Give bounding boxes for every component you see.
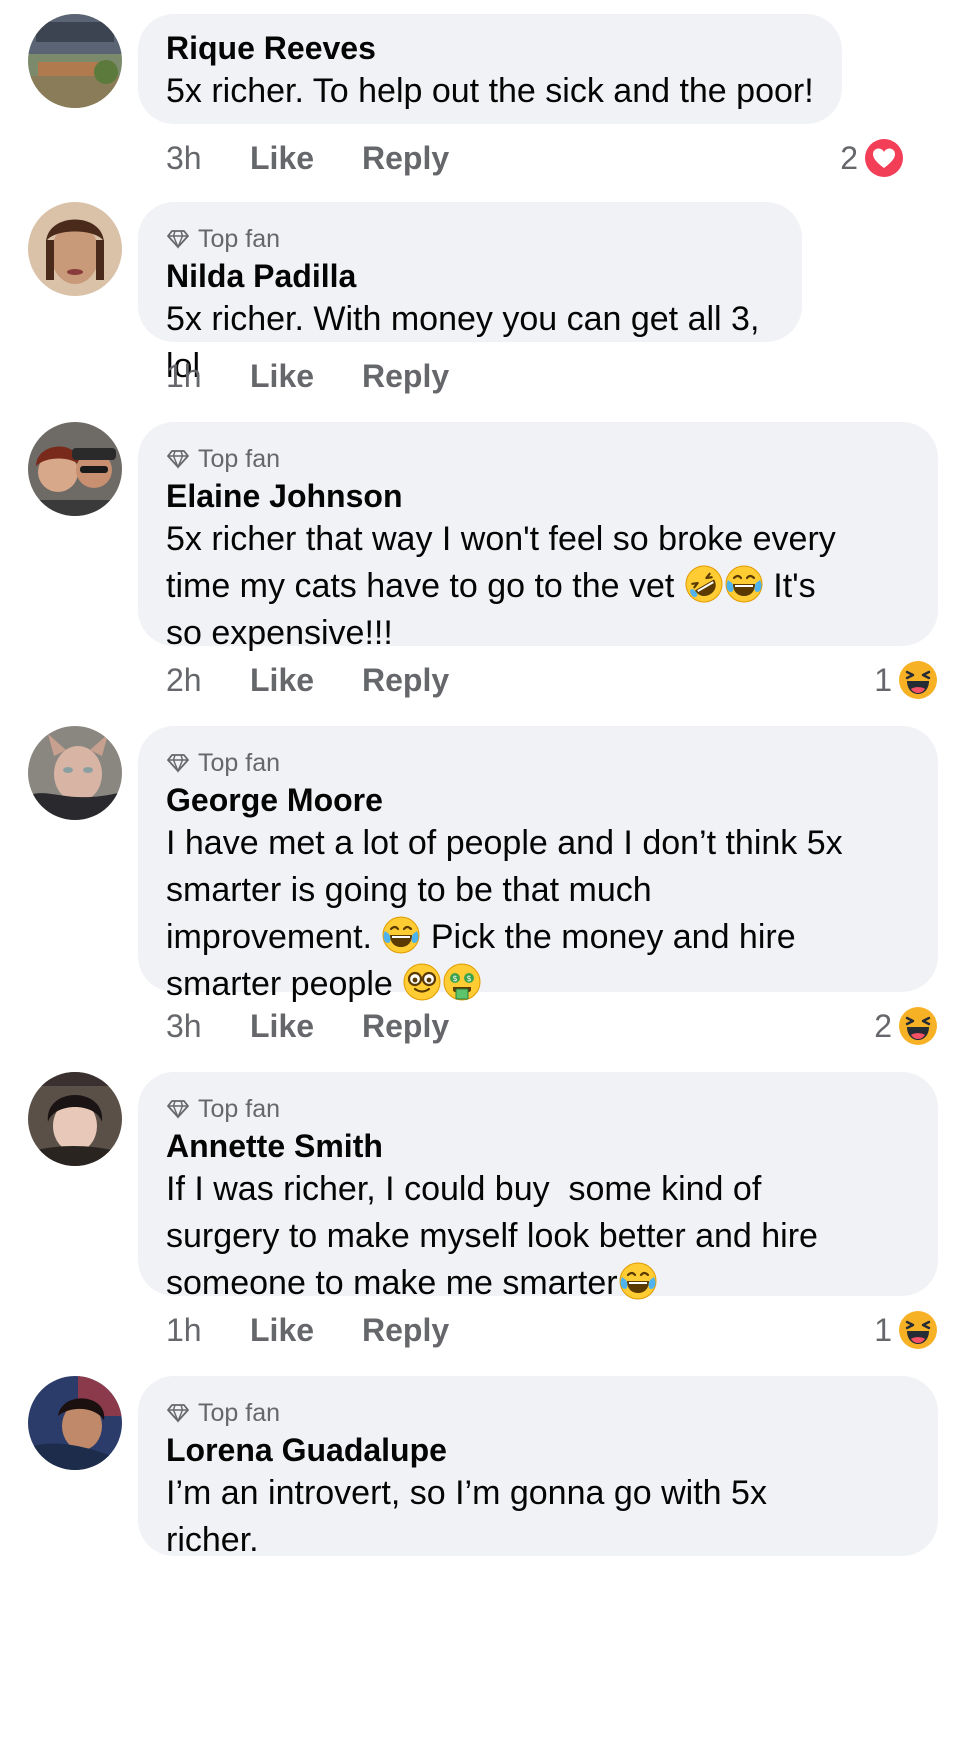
avatar[interactable]: [28, 202, 122, 296]
top-fan-badge: Top fan: [166, 746, 910, 780]
comment-text-line: time my cats have to go to the vet It's: [166, 563, 910, 610]
comment-text-line: smarter is going to be that much: [166, 871, 652, 909]
reply-button[interactable]: Reply: [362, 140, 449, 177]
diamond-icon: [166, 1099, 190, 1119]
top-fan-label: Top fan: [198, 224, 281, 253]
nerd-emoji-icon: [402, 962, 442, 1002]
reply-button[interactable]: Reply: [362, 662, 449, 699]
reaction-summary[interactable]: 1: [874, 658, 938, 702]
top-fan-badge: Top fan: [166, 222, 774, 256]
avatar[interactable]: [28, 422, 122, 516]
comment-text-line: If I was richer, I could buy some kind o…: [166, 1170, 762, 1208]
comment-actions: 3h Like Reply: [166, 1004, 449, 1048]
reaction-count: 2: [874, 1007, 892, 1044]
comment-author[interactable]: Rique Reeves: [166, 28, 814, 68]
comment-text-segment: improvement.: [166, 918, 372, 956]
top-fan-label: Top fan: [198, 1398, 281, 1427]
comment-text-line: so expensive!!!: [166, 614, 393, 652]
like-button[interactable]: Like: [250, 140, 362, 177]
comment-text-segment: smarter people: [166, 965, 393, 1003]
comment-text: If I was richer, I could buy some kind o…: [166, 1166, 910, 1307]
comment-actions: 1h Like Reply: [166, 1308, 449, 1352]
comment-text: I have met a lot of people and I don’t t…: [166, 820, 910, 1008]
top-fan-label: Top fan: [198, 444, 281, 473]
haha-icon: [898, 660, 938, 700]
comment-text-line: smarter people: [166, 961, 910, 1008]
comment-bubble: Top fan Elaine Johnson 5x richer that wa…: [138, 422, 938, 652]
comment-text: 5x richer that way I won't feel so broke…: [166, 516, 910, 657]
comment-actions: 3h Like Reply: [166, 136, 449, 180]
comment-text-line: someone to make me smarter: [166, 1260, 910, 1307]
comment-text-segment: It's: [773, 567, 816, 605]
comment-text-segment: Pick the money and hire: [430, 918, 796, 956]
comment-bubble: Top fan Nilda Padilla 5x richer. With mo…: [138, 202, 802, 385]
reaction-count: 2: [840, 139, 858, 176]
top-fan-label: Top fan: [198, 1094, 281, 1123]
tears-of-joy-emoji-icon: [381, 915, 421, 955]
reaction-count: 1: [874, 1311, 892, 1348]
comment-author[interactable]: Lorena Guadalupe: [166, 1430, 910, 1470]
comment-bubble: Top fan George Moore I have met a lot of…: [138, 726, 938, 1003]
comment-actions: 1h Like Reply: [166, 354, 449, 398]
diamond-icon: [166, 753, 190, 773]
comment-text-segment: someone to make me smarter: [166, 1264, 618, 1302]
top-fan-badge: Top fan: [166, 442, 910, 476]
avatar[interactable]: [28, 726, 122, 820]
comment-list: Rique Reeves 5x richer. To help out the …: [0, 0, 980, 1751]
comment-timestamp[interactable]: 3h: [166, 1008, 250, 1045]
comment-author[interactable]: Annette Smith: [166, 1126, 910, 1166]
reply-button[interactable]: Reply: [362, 1008, 449, 1045]
comment-bubble: Rique Reeves 5x richer. To help out the …: [138, 14, 842, 124]
comment-timestamp[interactable]: 1h: [166, 358, 250, 395]
tears-of-joy-emoji-icon: [618, 1261, 658, 1301]
comment-text: 5x richer. To help out the sick and the …: [166, 72, 814, 110]
comment-actions: 2h Like Reply: [166, 658, 449, 702]
top-fan-badge: Top fan: [166, 1396, 910, 1430]
comment-text-line: surgery to make myself look better and h…: [166, 1217, 818, 1255]
comment-text-line: 5x richer that way I won't feel so broke…: [166, 520, 836, 558]
comment-author[interactable]: Elaine Johnson: [166, 476, 910, 516]
comment-text-segment: time my cats have to go to the vet: [166, 567, 675, 605]
comment-text: I’m an introvert, so I’m gonna go with 5…: [166, 1470, 910, 1564]
comment-author[interactable]: Nilda Padilla: [166, 256, 774, 296]
like-button[interactable]: Like: [250, 358, 362, 395]
haha-icon: [898, 1006, 938, 1046]
comment-text-line: richer.: [166, 1521, 259, 1559]
like-button[interactable]: Like: [250, 662, 362, 699]
like-button[interactable]: Like: [250, 1008, 362, 1045]
comment-timestamp[interactable]: 2h: [166, 662, 250, 699]
reaction-summary[interactable]: 2: [874, 1004, 938, 1048]
comment-text-line: I have met a lot of people and I don’t t…: [166, 824, 843, 862]
reaction-count: 1: [874, 661, 892, 698]
comment-author[interactable]: George Moore: [166, 780, 910, 820]
love-icon: [864, 138, 904, 178]
reply-button[interactable]: Reply: [362, 1312, 449, 1349]
top-fan-badge: Top fan: [166, 1092, 910, 1126]
avatar[interactable]: [28, 1376, 122, 1470]
comment-bubble: Top fan Lorena Guadalupe I’m an introver…: [138, 1376, 938, 1559]
reaction-summary[interactable]: 1: [874, 1308, 938, 1352]
reply-button[interactable]: Reply: [362, 358, 449, 395]
diamond-icon: [166, 229, 190, 249]
avatar[interactable]: [28, 1072, 122, 1166]
diamond-icon: [166, 1403, 190, 1423]
top-fan-label: Top fan: [198, 748, 281, 777]
comment-text-line: I’m an introvert, so I’m gonna go with 5…: [166, 1474, 767, 1512]
reaction-summary[interactable]: 2: [840, 136, 904, 180]
comment-bubble: Top fan Annette Smith If I was richer, I…: [138, 1072, 938, 1302]
diamond-icon: [166, 449, 190, 469]
money-mouth-emoji-icon: [442, 962, 482, 1002]
comment-text-line: improvement. Pick the money and hire: [166, 914, 910, 961]
rofl-emoji-icon: [684, 564, 724, 604]
comment-timestamp[interactable]: 1h: [166, 1312, 250, 1349]
like-button[interactable]: Like: [250, 1312, 362, 1349]
tears-of-joy-emoji-icon: [724, 564, 764, 604]
avatar[interactable]: [28, 14, 122, 108]
haha-icon: [898, 1310, 938, 1350]
comment-timestamp[interactable]: 3h: [166, 140, 250, 177]
